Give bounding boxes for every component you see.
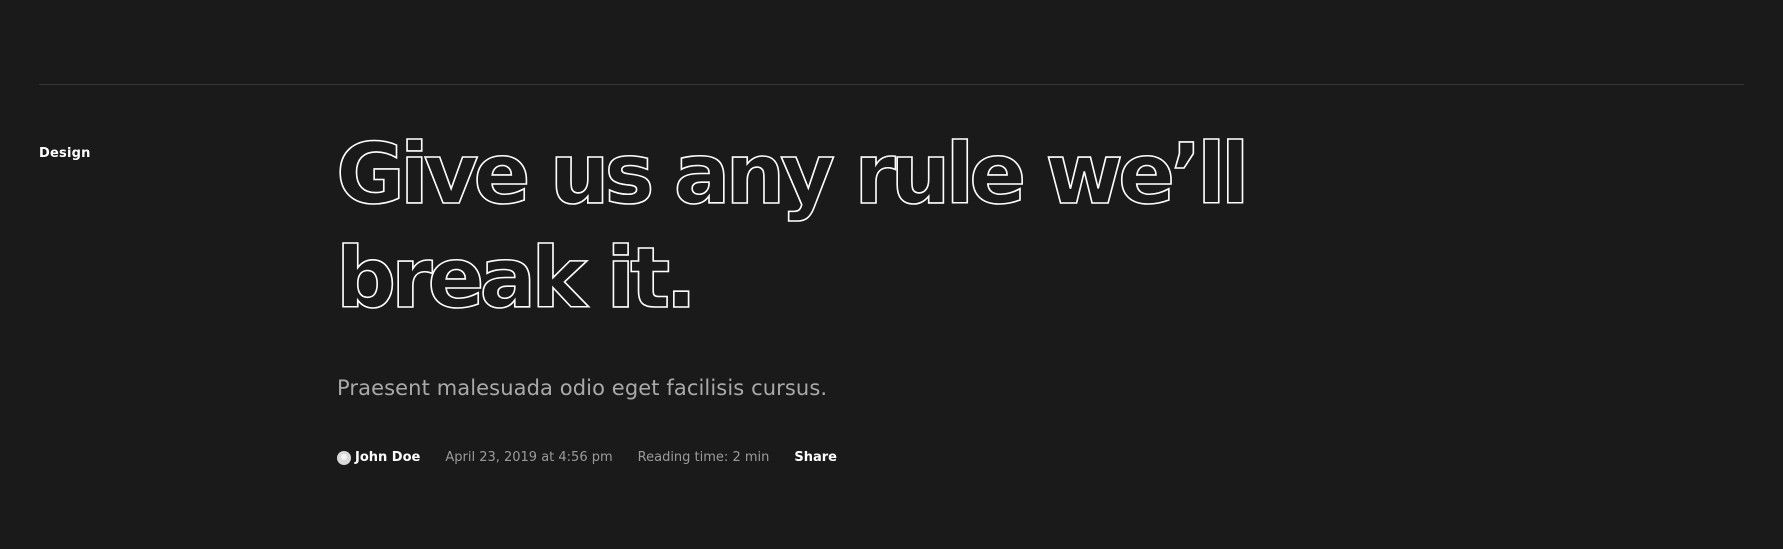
post-title-line-1: Give us any rule we’ll — [335, 124, 1250, 224]
post-header: Design Give us any rule we’ll break it. … — [0, 0, 1783, 549]
reading-time: Reading time: 2 min — [637, 450, 770, 465]
category-link[interactable]: Design — [39, 146, 91, 161]
post-title-line-2: break it. — [335, 228, 698, 328]
author-name: John Doe — [355, 450, 421, 465]
post-title: Give us any rule we’ll break it. — [335, 122, 1296, 330]
top-divider — [39, 84, 1744, 85]
post-subtitle: Praesent malesuada odio eget facilisis c… — [337, 376, 828, 400]
author-link[interactable]: John Doe — [337, 450, 420, 465]
avatar-icon — [337, 450, 351, 465]
share-button[interactable]: Share — [794, 450, 837, 465]
post-date: April 23, 2019 at 4:56 pm — [445, 450, 613, 465]
post-meta: John Doe April 23, 2019 at 4:56 pm Readi… — [337, 450, 837, 465]
